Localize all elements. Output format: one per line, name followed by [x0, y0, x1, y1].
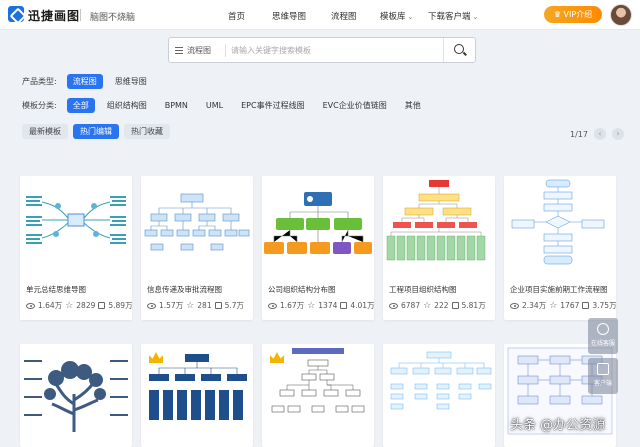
template-title[interactable]: 公司组织结构分布图	[268, 284, 336, 295]
header-divider	[80, 9, 81, 21]
template-thumbnail	[141, 176, 253, 268]
star-icon[interactable]: ☆	[65, 301, 73, 311]
template-stats: 1.57万 ☆ 281 5.7万	[147, 300, 244, 311]
template-thumbnail	[20, 344, 132, 436]
brand-logo-icon[interactable]	[8, 6, 24, 22]
template-stats: 2.34万 ☆ 1767 3.75万	[510, 300, 616, 311]
client-download-button[interactable]: 客户端	[588, 358, 618, 394]
prev-page-button[interactable]: ‹	[593, 128, 606, 140]
vip-button[interactable]: ♛ VIP介绍	[544, 6, 602, 23]
template-search-box: 流程图	[168, 37, 476, 63]
edit-icon	[451, 302, 459, 309]
sort-hot-edit[interactable]: 热门编辑	[73, 124, 119, 139]
vip-icon: ♛	[553, 10, 564, 19]
template-card[interactable]: 公司组织结构分布图 1.67万 ☆ 1374 4.01万	[262, 176, 374, 320]
category-option-org[interactable]: 组织结构图	[101, 98, 153, 113]
template-card[interactable]	[383, 344, 495, 447]
edit-icon	[582, 302, 590, 309]
template-card[interactable]: 工程项目组织结构图 6787 ☆ 222 5.81万	[383, 176, 495, 320]
template-title[interactable]: 企业项目实施前期工作流程图	[510, 284, 608, 295]
sort-hot-fav[interactable]: 热门收藏	[124, 124, 170, 139]
template-card[interactable]: 单元总结思维导图 1.64万 ☆ 2829 5.89万	[20, 176, 132, 320]
category-option-epc[interactable]: EPC事件过程线图	[235, 98, 310, 113]
online-service-button[interactable]: 在线客服	[588, 318, 618, 354]
category-option-bpmn[interactable]: BPMN	[159, 99, 194, 112]
category-label: 模板分类:	[22, 101, 57, 110]
template-stats: 1.64万 ☆ 2829 5.89万	[26, 300, 132, 311]
eye-icon	[26, 302, 35, 309]
template-thumbnail	[504, 176, 616, 268]
chevron-down-icon: ⌄	[472, 13, 479, 21]
nav-flowchart[interactable]: 流程图	[331, 10, 357, 22]
template-stats: 1.67万 ☆ 1374 4.01万	[268, 300, 374, 311]
category-option-all[interactable]: 全部	[66, 98, 95, 113]
sort-tabs: 最新模板 热门编辑 热门收藏	[22, 124, 175, 139]
template-thumbnail	[20, 176, 132, 268]
edit-icon	[214, 302, 222, 309]
page-indicator: 1/17	[570, 129, 588, 139]
template-thumbnail	[141, 344, 253, 436]
product-option-mindmap[interactable]: 思维导图	[109, 74, 153, 89]
eye-icon	[147, 302, 156, 309]
template-thumbnail	[262, 176, 374, 268]
chevron-down-icon: ⌄	[407, 13, 414, 21]
category-option-uml[interactable]: UML	[200, 99, 229, 112]
category-filter: 模板分类: 全部 组织结构图 BPMN UML EPC事件过程线图 EVC企业价…	[22, 98, 433, 113]
nav-home[interactable]: 首页	[228, 10, 245, 22]
template-card[interactable]	[20, 344, 132, 447]
brand-name[interactable]: 迅捷画图	[28, 7, 80, 24]
next-page-button[interactable]: ›	[611, 128, 624, 140]
template-thumbnail	[383, 176, 495, 268]
template-title[interactable]: 工程项目组织结构图	[389, 284, 457, 295]
category-option-evc[interactable]: EVC企业价值链图	[317, 98, 393, 113]
product-type-label: 产品类型:	[22, 77, 57, 86]
template-thumbnail	[383, 344, 495, 436]
edit-icon	[98, 302, 106, 309]
product-type-filter: 产品类型: 流程图 思维导图	[22, 74, 159, 89]
eye-icon	[510, 302, 519, 309]
template-title[interactable]: 单元总结思维导图	[26, 284, 86, 295]
sort-latest[interactable]: 最新模板	[22, 124, 68, 139]
category-option-other[interactable]: 其他	[399, 98, 427, 113]
search-type-select[interactable]: 流程图	[175, 45, 211, 56]
nav-templates[interactable]: 模板库 ⌄	[380, 10, 413, 22]
search-input[interactable]	[231, 42, 431, 59]
search-type-label: 流程图	[187, 46, 211, 55]
star-icon[interactable]: ☆	[549, 301, 557, 311]
template-card[interactable]	[262, 344, 374, 447]
template-card[interactable]	[141, 344, 253, 447]
edit-icon	[340, 302, 348, 309]
user-avatar[interactable]	[610, 4, 632, 26]
search-divider	[225, 44, 226, 57]
template-stats: 6787 ☆ 222 5.81万	[389, 300, 486, 311]
star-icon[interactable]: ☆	[186, 301, 194, 311]
star-icon[interactable]: ☆	[307, 301, 315, 311]
template-card[interactable]: 企业项目实施前期工作流程图 2.34万 ☆ 1767 3.75万	[504, 176, 616, 320]
monitor-icon	[597, 363, 609, 375]
template-thumbnail	[262, 344, 374, 436]
search-icon	[454, 44, 464, 54]
eye-icon	[268, 302, 277, 309]
template-title[interactable]: 信息传递及审批流程图	[147, 284, 222, 295]
top-header: 迅捷画图 脑图不烧脑 首页 思维导图 流程图 模板库 ⌄ 下载客户端 ⌄ ♛ VIP…	[0, 0, 640, 30]
headset-icon	[597, 323, 609, 335]
brand-slogan: 脑图不烧脑	[90, 13, 136, 23]
nav-download-client[interactable]: 下载客户端 ⌄	[428, 10, 478, 22]
eye-icon	[389, 302, 398, 309]
pager: 1/17 ‹ ›	[570, 128, 624, 140]
search-button[interactable]	[443, 38, 475, 62]
product-option-flowchart[interactable]: 流程图	[66, 74, 103, 89]
menu-icon	[175, 47, 183, 54]
nav-mindmap[interactable]: 思维导图	[272, 10, 306, 22]
watermark: 头条 @办公资源	[510, 418, 606, 433]
template-card[interactable]: 信息传递及审批流程图 1.57万 ☆ 281 5.7万	[141, 176, 253, 320]
star-icon[interactable]: ☆	[423, 301, 431, 311]
